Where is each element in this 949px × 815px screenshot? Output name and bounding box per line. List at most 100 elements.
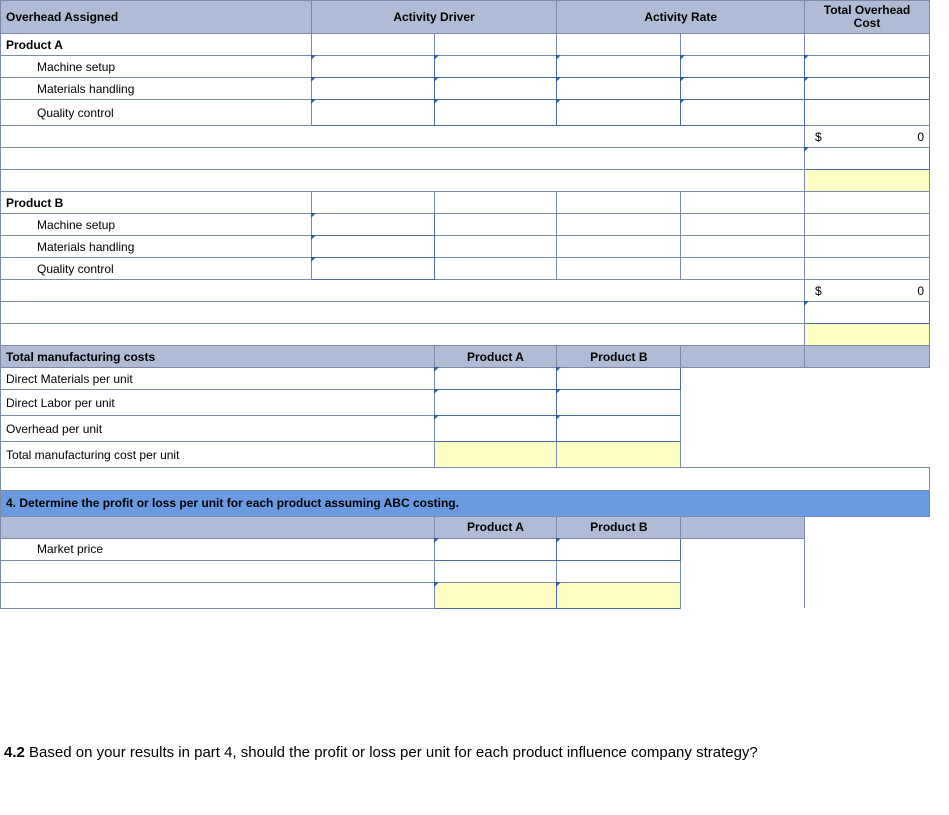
label-product-b: Product B: [1, 192, 312, 214]
col-profit-blank2: [681, 516, 805, 538]
input-a-mh-driver1[interactable]: [311, 78, 434, 100]
input-a-ms-driver2[interactable]: [434, 56, 557, 78]
section4-heading: 4. Determine the profit or loss per unit…: [1, 490, 930, 516]
label-market-price: Market price: [1, 538, 435, 560]
result-a-yellow: [805, 170, 930, 192]
input-a-qc-driver1[interactable]: [311, 100, 434, 126]
label-materials-handling: Materials handling: [1, 78, 312, 100]
section4-table: 4. Determine the profit or loss per unit…: [0, 490, 930, 609]
total-a-value: 0: [917, 130, 924, 144]
input-a-qc-rate2[interactable]: [681, 100, 805, 126]
row-b-subtotal: $ 0: [1, 280, 930, 302]
row-a-blankinput: [1, 148, 930, 170]
mfg-costs-table: Total manufacturing costs Product A Prod…: [0, 345, 930, 490]
cell-profit-blank-a: [434, 560, 557, 582]
row-b-machine-setup: Machine setup: [1, 214, 930, 236]
col-profit-blank: [1, 516, 435, 538]
col-mfg-a: Product A: [434, 346, 557, 368]
input-dm-b[interactable]: [557, 368, 681, 390]
dollar-sym-b: $: [815, 284, 822, 298]
input-mp-a[interactable]: [434, 538, 557, 560]
row-a-subtotal: $ 0: [1, 126, 930, 148]
label-overhead-pu: Overhead per unit: [1, 416, 435, 442]
result-profit-b[interactable]: [557, 582, 681, 608]
input-b-mh-driver1[interactable]: [311, 236, 434, 258]
mfg-header-row: Total manufacturing costs Product A Prod…: [1, 346, 930, 368]
result-b-yellow: [805, 324, 930, 346]
row-gap: [1, 468, 930, 490]
input-a-ms-rate2[interactable]: [681, 56, 805, 78]
row-product-a: Product A: [1, 34, 930, 56]
input-a-mh-rate2[interactable]: [681, 78, 805, 100]
row-a-yellow: [1, 170, 930, 192]
label-total-mfg-pu: Total manufacturing cost per unit: [1, 442, 435, 468]
label-quality-control-b: Quality control: [1, 258, 312, 280]
spacer: [1, 126, 805, 148]
label-direct-labor: Direct Labor per unit: [1, 390, 435, 416]
spacer: [1, 148, 805, 170]
section4-row: 4. Determine the profit or loss per unit…: [1, 490, 930, 516]
input-a-extra[interactable]: [805, 148, 930, 170]
cell-profit-blank-b: [557, 560, 681, 582]
label-materials-handling-b: Materials handling: [1, 236, 312, 258]
row-a-machine-setup: Machine setup: [1, 56, 930, 78]
table-header-row: Overhead Assigned Activity Driver Activi…: [1, 1, 930, 34]
row-b-materials-handling: Materials handling: [1, 236, 930, 258]
col-profit-b: Product B: [557, 516, 681, 538]
col-activity-rate: Activity Rate: [557, 1, 805, 34]
total-b-value: 0: [917, 284, 924, 298]
result-tm-b: [557, 442, 681, 468]
input-a-ms-total[interactable]: [805, 56, 930, 78]
spacer: [1, 324, 805, 346]
row-a-quality-control: Quality control: [1, 100, 930, 126]
input-a-ms-driver1[interactable]: [311, 56, 434, 78]
input-a-qc-driver2[interactable]: [434, 100, 557, 126]
spacer: [1, 302, 805, 324]
input-a-mh-total[interactable]: [805, 78, 930, 100]
overhead-table: Overhead Assigned Activity Driver Activi…: [0, 0, 930, 346]
result-profit-a[interactable]: [434, 582, 557, 608]
profit-header-row: Product A Product B: [1, 516, 930, 538]
col-mfg-blank1: [681, 346, 805, 368]
row-product-b: Product B: [1, 192, 930, 214]
row-a-materials-handling: Materials handling: [1, 78, 930, 100]
total-b-overhead: $ 0: [805, 280, 930, 302]
row-b-yellow: [1, 324, 930, 346]
cell-a-qc-total: [805, 100, 930, 126]
col-total-overhead-cost: Total Overhead Cost: [805, 1, 930, 34]
label-profit-blank: [1, 560, 435, 582]
input-a-qc-rate1[interactable]: [557, 100, 681, 126]
input-b-qc-driver1[interactable]: [311, 258, 434, 280]
input-a-mh-driver2[interactable]: [434, 78, 557, 100]
label-quality-control: Quality control: [1, 100, 312, 126]
label-product-a: Product A: [1, 34, 312, 56]
row-b-blankinput: [1, 302, 930, 324]
col-activity-driver: Activity Driver: [311, 1, 557, 34]
input-a-ms-rate1[interactable]: [557, 56, 681, 78]
input-dm-a[interactable]: [434, 368, 557, 390]
col-mfg-b: Product B: [557, 346, 681, 368]
input-dl-b[interactable]: [557, 390, 681, 416]
input-b-extra[interactable]: [805, 302, 930, 324]
label-profit-result: [1, 582, 435, 608]
input-a-mh-rate1[interactable]: [557, 78, 681, 100]
q42-number: 4.2: [4, 744, 25, 761]
input-mp-b[interactable]: [557, 538, 681, 560]
input-oh-a[interactable]: [434, 416, 557, 442]
q42-text: Based on your results in part 4, should …: [25, 744, 758, 761]
label-direct-materials: Direct Materials per unit: [1, 368, 435, 390]
col-overhead-assigned: Overhead Assigned: [1, 1, 312, 34]
col-profit-a: Product A: [434, 516, 557, 538]
input-dl-a[interactable]: [434, 390, 557, 416]
input-b-ms-driver1[interactable]: [311, 214, 434, 236]
spacer: [1, 170, 805, 192]
total-a-overhead: $ 0: [805, 126, 930, 148]
result-tm-a: [434, 442, 557, 468]
row-market-price: Market price: [1, 538, 930, 560]
question-4-2: 4.2 Based on your results in part 4, sho…: [4, 744, 949, 761]
col-total-mfg: Total manufacturing costs: [1, 346, 435, 368]
col-mfg-blank2: [805, 346, 930, 368]
label-machine-setup-b: Machine setup: [1, 214, 312, 236]
input-oh-b[interactable]: [557, 416, 681, 442]
spacer: [1, 280, 805, 302]
